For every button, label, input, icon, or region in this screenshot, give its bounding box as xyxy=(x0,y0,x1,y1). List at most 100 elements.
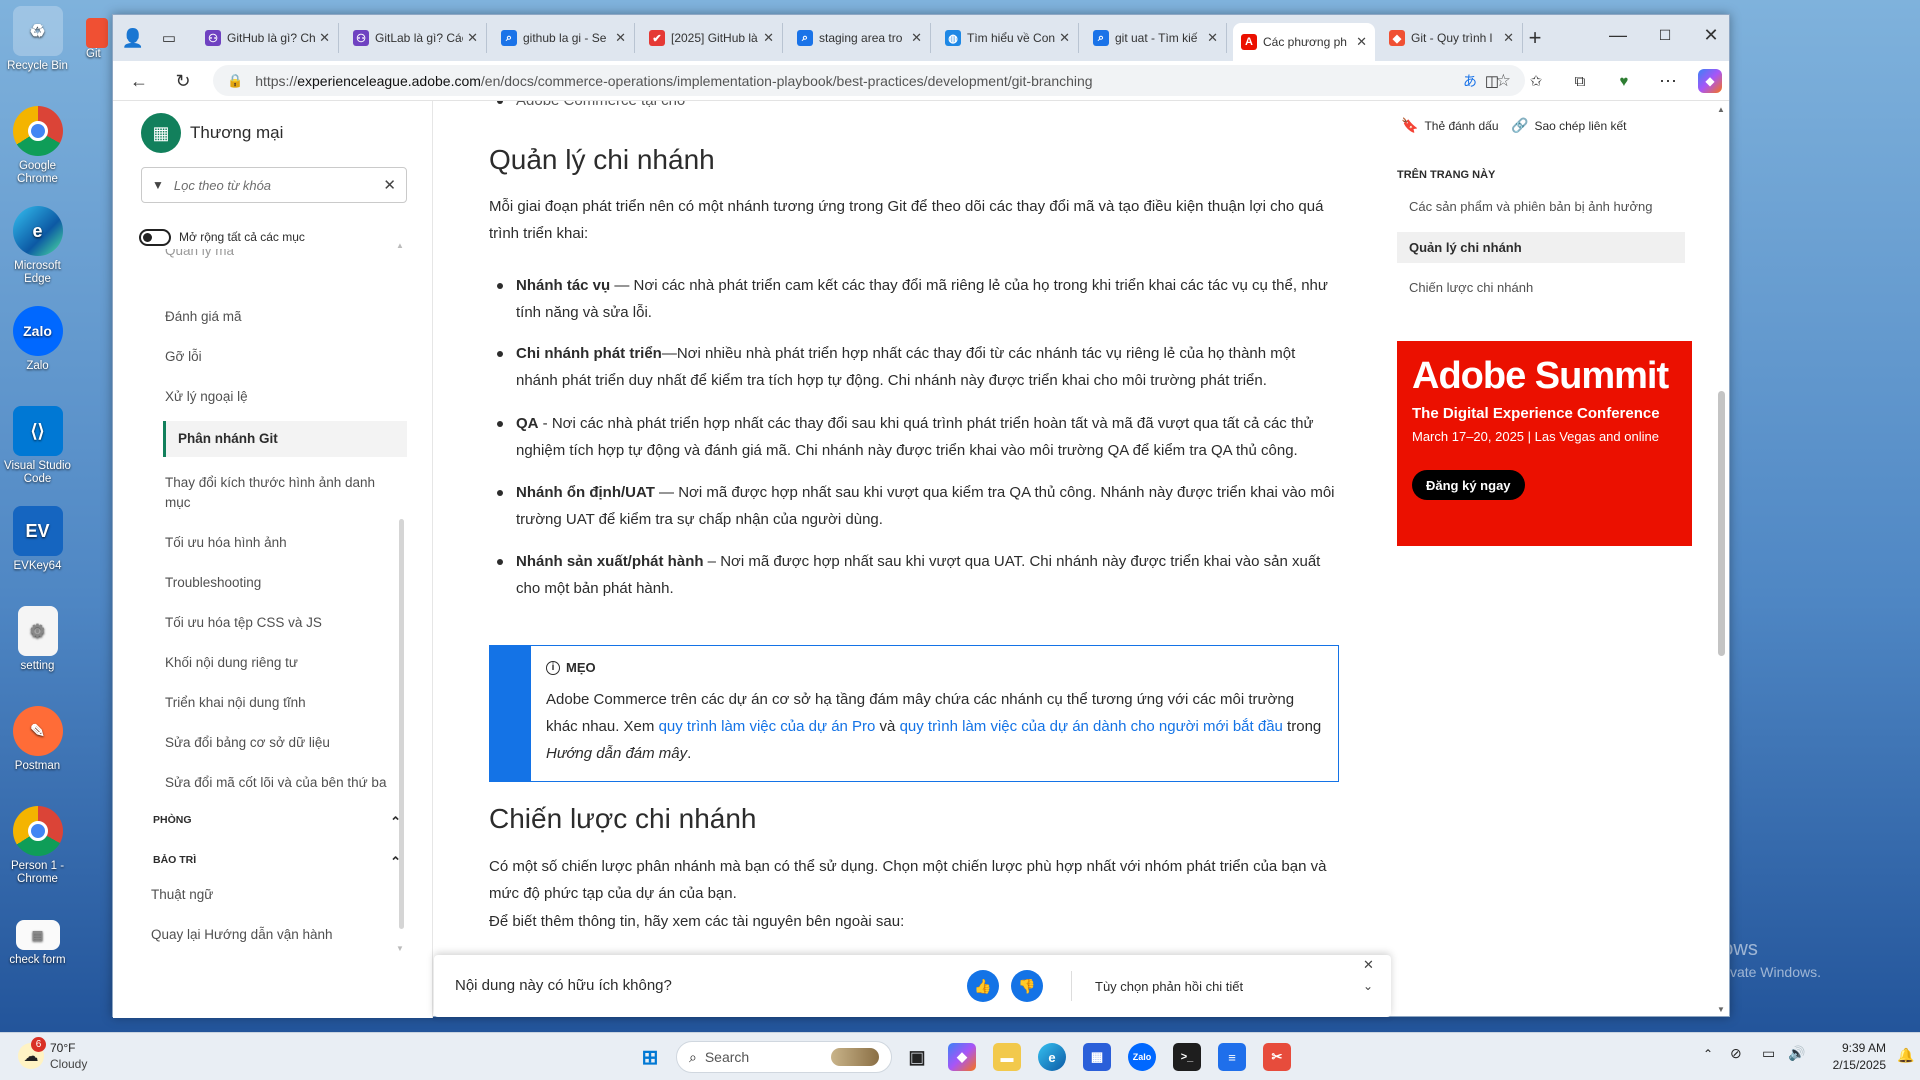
copy-link-button[interactable]: 🔗 Sao chép liên kết xyxy=(1511,117,1627,134)
tab-8[interactable]: A Các phương ph ✕ xyxy=(1233,23,1375,61)
desktop-icon-chrome[interactable]: Google Chrome xyxy=(0,106,75,186)
desktop-icon-edge[interactable]: e Microsoft Edge xyxy=(0,206,75,286)
notification-bell-icon[interactable]: 🔔 xyxy=(1897,1047,1914,1064)
url-field[interactable]: 🔒 https://experienceleague.adobe.com/en/… xyxy=(213,65,1525,96)
tab-9[interactable]: ◆ Git - Quy trình l ✕ xyxy=(1381,23,1523,53)
task-view-icon[interactable]: ▣ xyxy=(903,1043,931,1071)
toc-item-3[interactable]: Chiến lược chi nhánh xyxy=(1397,272,1685,303)
snipping-tool-icon[interactable]: ✂ xyxy=(1263,1043,1291,1071)
sidebar-section-1[interactable]: PHÒNG ⌃ xyxy=(153,814,409,829)
sidebar-item-10[interactable]: Triển khai nội dung tĩnh xyxy=(165,693,395,713)
close-tab-icon[interactable]: ✕ xyxy=(467,30,478,46)
sidebar-item-11[interactable]: Sửa đổi bảng cơ sở dữ liệu xyxy=(165,733,395,753)
scroll-down-icon[interactable]: ▼ xyxy=(396,944,404,953)
sidebar-item-3[interactable]: Xử lý ngoại lệ xyxy=(165,387,395,407)
start-button[interactable]: ⊞ xyxy=(636,1043,664,1071)
maximize-button[interactable]: ☐ xyxy=(1653,23,1677,47)
page-scroll-up-icon[interactable]: ▲ xyxy=(1717,105,1725,114)
close-tab-icon[interactable]: ✕ xyxy=(1356,34,1367,50)
starter-workflow-link[interactable]: quy trình làm việc của dự án dành cho ng… xyxy=(900,718,1283,735)
copilot-taskbar-icon[interactable]: ◆ xyxy=(948,1043,976,1071)
sidebar-link-1[interactable]: Thuật ngữ xyxy=(151,887,213,902)
profile-icon[interactable]: 👤 xyxy=(121,26,145,50)
sidebar-link-2[interactable]: Quay lại Hướng dẫn vận hành xyxy=(151,927,333,942)
close-window-button[interactable]: ✕ xyxy=(1699,23,1723,47)
sidebar-item-9[interactable]: Khối nội dung riêng tư xyxy=(165,653,395,673)
sidebar-item-1[interactable]: Đánh giá mã xyxy=(165,307,395,327)
adobe-summit-ad[interactable]: Adobe Summit The Digital Experience Conf… xyxy=(1397,341,1692,546)
vpn-icon[interactable]: ⊘ xyxy=(1730,1045,1742,1062)
desktop-icon-git-partial[interactable]: Git xyxy=(86,18,108,60)
more-menu-icon[interactable]: ⋯ xyxy=(1656,69,1680,93)
nav-item-partial[interactable]: Quản lý mã xyxy=(165,249,395,261)
desktop-icon-evkey[interactable]: EV EVKey64 xyxy=(0,506,75,573)
desktop-icon-vscode[interactable]: ⟨⟩ Visual Studio Code xyxy=(0,406,75,486)
page-scroll-down-icon[interactable]: ▼ xyxy=(1717,1005,1725,1014)
clear-filter-icon[interactable]: ✕ xyxy=(383,176,396,194)
taskbar-search[interactable]: ⌕ Search xyxy=(676,1041,892,1073)
sidebar-section-2[interactable]: BẢO TRÌ ⌃ xyxy=(153,854,409,869)
refresh-button[interactable]: ↻ xyxy=(171,69,195,93)
sidebar-scrollbar[interactable] xyxy=(399,519,404,929)
new-tab-button[interactable]: + xyxy=(1523,25,1547,50)
tab-6[interactable]: ◍ Tìm hiểu về Con ✕ xyxy=(937,23,1079,53)
desktop-icon-postman[interactable]: ✎ Postman xyxy=(0,706,75,773)
extensions-icon[interactable]: ♥ xyxy=(1612,69,1636,93)
close-tab-icon[interactable]: ✕ xyxy=(319,30,330,46)
close-feedback-icon[interactable]: ✕ xyxy=(1363,957,1374,973)
thumbs-down-button[interactable]: 👎 xyxy=(1011,970,1043,1002)
copilot-icon[interactable]: ◆ xyxy=(1698,69,1722,93)
pro-workflow-link[interactable]: quy trình làm việc của dự án Pro xyxy=(659,718,876,735)
toc-item-2[interactable]: Quản lý chi nhánh xyxy=(1397,232,1685,263)
desktop-icon-person-chrome[interactable]: Person 1 - Chrome xyxy=(0,806,75,886)
minimize-button[interactable]: — xyxy=(1606,23,1630,47)
filter-input[interactable]: ▼ Lọc theo từ khóa ✕ xyxy=(141,167,407,203)
desktop-icon-zalo[interactable]: Zalo Zalo xyxy=(0,306,75,373)
zalo-taskbar-icon[interactable]: Zalo xyxy=(1128,1043,1156,1071)
collections-icon[interactable]: ⧉ xyxy=(1568,69,1592,93)
favorites-icon[interactable]: ✩ xyxy=(1524,69,1548,93)
scroll-up-icon[interactable]: ▲ xyxy=(396,241,404,250)
tab-4[interactable]: ✔ [2025] GitHub là ✕ xyxy=(641,23,783,53)
close-tab-icon[interactable]: ✕ xyxy=(1207,30,1218,46)
toc-item-1[interactable]: Các sản phẩm và phiên bản bị ảnh hưởng xyxy=(1397,191,1685,222)
detailed-feedback-label[interactable]: Tùy chọn phản hồi chi tiết xyxy=(1095,979,1243,994)
show-hidden-icons[interactable]: ⌃ xyxy=(1703,1047,1713,1061)
clock-date[interactable]: 2/15/2025 xyxy=(1818,1058,1886,1072)
close-tab-icon[interactable]: ✕ xyxy=(763,30,774,46)
split-screen-icon[interactable]: ◫ xyxy=(1480,69,1504,93)
ad-register-button[interactable]: Đăng ký ngay xyxy=(1412,470,1525,500)
notepad-icon[interactable]: ≡ xyxy=(1218,1043,1246,1071)
edge-taskbar-icon[interactable]: e xyxy=(1038,1043,1066,1071)
expand-all-toggle[interactable] xyxy=(139,229,171,246)
sidebar-item-2[interactable]: Gỡ lỗi xyxy=(165,347,395,367)
tab-7[interactable]: ⌕ git uat - Tìm kiế ✕ xyxy=(1085,23,1227,53)
desktop-icon-recycle-bin[interactable]: ♻ Recycle Bin xyxy=(0,6,75,73)
terminal-icon[interactable]: >_ xyxy=(1173,1043,1201,1071)
desktop-icon-check-form[interactable]: ▤ check form xyxy=(0,920,75,967)
chevron-down-icon[interactable]: ⌄ xyxy=(1363,979,1373,993)
desktop-icon-setting[interactable]: ⚙ setting xyxy=(0,606,75,673)
close-tab-icon[interactable]: ✕ xyxy=(911,30,922,46)
network-icon[interactable]: ▭ xyxy=(1762,1045,1775,1062)
clock-time[interactable]: 9:39 AM xyxy=(1826,1041,1886,1055)
tab-5[interactable]: ⌕ staging area tro ✕ xyxy=(789,23,931,53)
sidebar-item-7[interactable]: Troubleshooting xyxy=(165,573,395,593)
tab-1[interactable]: ⚇ GitHub là gì? Ch ✕ xyxy=(197,23,339,53)
close-tab-icon[interactable]: ✕ xyxy=(615,30,626,46)
back-button[interactable]: ← xyxy=(127,69,151,93)
tab-2[interactable]: ⚇ GitLab là gì? Các ✕ xyxy=(345,23,487,53)
bookmark-button[interactable]: 🔖 Thẻ đánh dấu xyxy=(1401,117,1499,134)
volume-icon[interactable]: 🔊 xyxy=(1788,1045,1805,1062)
close-tab-icon[interactable]: ✕ xyxy=(1503,30,1514,46)
translate-icon[interactable]: あ xyxy=(1463,71,1477,91)
thumbs-up-button[interactable]: 👍 xyxy=(967,970,999,1002)
sidebar-item-4[interactable]: Phân nhánh Git xyxy=(163,421,407,457)
page-scrollbar[interactable] xyxy=(1718,391,1725,656)
tab-actions-icon[interactable]: ▭ xyxy=(157,26,181,50)
store-taskbar-icon[interactable]: ▦ xyxy=(1083,1043,1111,1071)
sidebar-item-6[interactable]: Tối ưu hóa hình ảnh xyxy=(165,533,395,553)
file-explorer-icon[interactable]: ▬ xyxy=(993,1043,1021,1071)
tab-3[interactable]: ⌕ github la gi - Se ✕ xyxy=(493,23,635,53)
sidebar-item-8[interactable]: Tối ưu hóa tệp CSS và JS xyxy=(165,613,395,633)
